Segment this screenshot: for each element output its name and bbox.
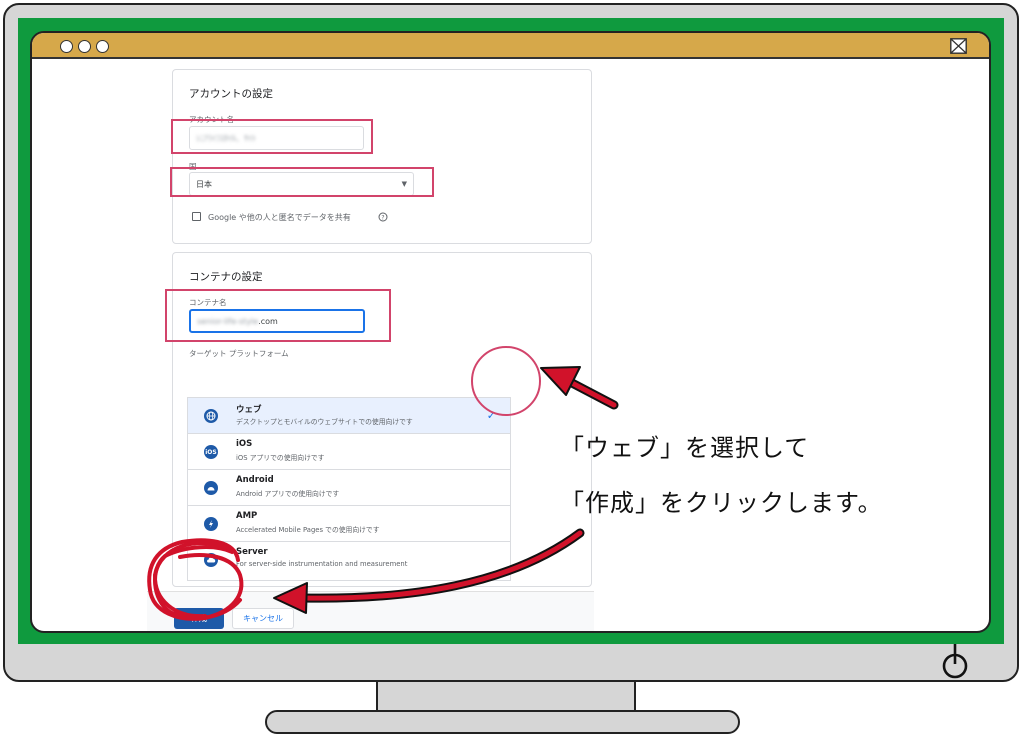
share-data-checkbox[interactable] [192, 212, 201, 221]
platform-option-ios[interactable]: iOS iOS iOS アプリでの使用向けです [188, 434, 510, 470]
platform-desc: Accelerated Mobile Pages での使用向けです [236, 526, 380, 534]
svg-text:?: ? [381, 214, 384, 221]
platform-desc: iOS アプリでの使用向けです [236, 454, 325, 462]
ios-icon: iOS [204, 445, 218, 459]
instruction-line-1: 「ウェブ」を選択して [560, 434, 810, 462]
window-dot-1[interactable] [60, 40, 73, 53]
platform-option-server[interactable]: Server For server-side instrumentation a… [188, 542, 510, 578]
window-dot-3[interactable] [96, 40, 109, 53]
platform-title: iOS [236, 439, 253, 449]
platform-label: ターゲット プラットフォーム [189, 349, 289, 358]
share-data-label: Google や他の人と匿名でデータを共有 [208, 213, 351, 222]
help-icon[interactable]: ? [378, 212, 388, 222]
window-dot-2[interactable] [78, 40, 91, 53]
container-name-highlight [165, 289, 391, 342]
platform-option-web[interactable]: ウェブ デスクトップとモバイルのウェブサイトでの使用向けです ✓ [188, 398, 510, 434]
amp-icon [204, 517, 218, 531]
account-name-highlight [171, 119, 373, 154]
platform-desc: For server-side instrumentation and meas… [236, 560, 408, 568]
android-icon [204, 481, 218, 495]
platform-desc: Android アプリでの使用向けです [236, 490, 340, 498]
globe-icon [204, 409, 218, 423]
platform-title: ウェブ [236, 405, 262, 415]
power-icon[interactable] [940, 642, 970, 682]
close-icon[interactable] [950, 38, 967, 54]
cloud-icon [204, 553, 218, 567]
monitor-stand-neck [376, 682, 636, 712]
title-bar [32, 33, 989, 59]
country-highlight [170, 167, 434, 197]
instruction-line-2: 「作成」をクリックします。 [560, 489, 883, 517]
monitor-stand-base [265, 710, 740, 734]
platform-title: Server [236, 547, 268, 557]
cancel-button[interactable]: キャンセル [232, 608, 294, 629]
checkmark-icon: ✓ [486, 409, 496, 422]
platform-option-android[interactable]: Android Android アプリでの使用向けです [188, 470, 510, 506]
platform-list: ウェブ デスクトップとモバイルのウェブサイトでの使用向けです ✓ iOS iOS… [187, 397, 511, 581]
platform-desc: デスクトップとモバイルのウェブサイトでの使用向けです [236, 418, 413, 426]
account-settings-title: アカウントの設定 [189, 88, 273, 100]
platform-option-amp[interactable]: AMP Accelerated Mobile Pages での使用向けです [188, 506, 510, 542]
platform-title: AMP [236, 511, 258, 521]
platform-title: Android [236, 475, 274, 485]
account-settings-card: アカウントの設定 アカウント名 ｼﾆｱﾗｲﾌｽﾀｲﾙ、ｻｲﾄ 国 日本 ▼ Go… [172, 69, 592, 244]
create-button[interactable]: 作成 [174, 608, 224, 629]
container-settings-title: コンテナの設定 [189, 271, 263, 283]
